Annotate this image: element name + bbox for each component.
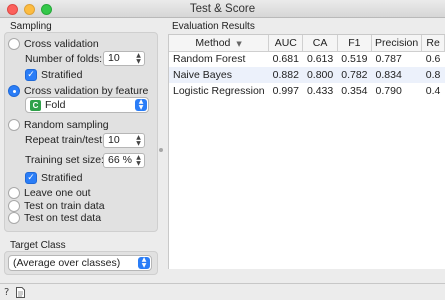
cross-validation-option[interactable]: Cross validation [8,37,99,51]
feature-combo[interactable]: C Fold ▲ ▼ [25,97,149,113]
status-bar: ? [0,283,445,300]
cell-method: Naive Bayes [169,67,269,83]
evaluation-results-title: Evaluation Results [172,21,255,32]
random-sampling-radio[interactable] [8,119,20,131]
train-size-row: Training set size: [25,153,104,167]
cell-auc: 0.882 [268,67,303,83]
repeat-value: 10 [108,134,120,146]
cell-ca: 0.800 [302,67,338,83]
test-on-test-radio[interactable] [8,212,20,224]
cell-ca: 0.613 [306,53,334,66]
column-header-ca[interactable]: CA [302,35,338,52]
table-header-row: Method ▼ AUC CA F1 Precision Re [169,35,445,52]
cv-by-feature-radio[interactable] [8,85,20,97]
stratified-option-2[interactable]: ✓ Stratified [25,171,82,185]
spin-arrows-icon[interactable]: ▲ ▼ [134,155,143,167]
cv-by-feature-label: Cross validation by feature [24,85,149,97]
results-table: Method ▼ AUC CA F1 Precision Re Random Fo… [169,35,445,99]
repeat-row: Repeat train/test: [25,133,105,147]
column-header-method[interactable]: Method ▼ [169,35,270,52]
table-row[interactable]: Logistic Regression 0.997 0.433 0.354 0.… [169,83,445,99]
spin-arrows-icon[interactable]: ▲ ▼ [134,135,143,147]
cross-validation-label: Cross validation [24,38,99,50]
cell-recall: 0.8 [421,67,445,83]
spin-arrows-icon[interactable]: ▲ ▼ [134,53,143,65]
test-on-test-label: Test on test data [24,212,102,224]
table-row[interactable]: Naive Bayes 0.882 0.800 0.782 0.834 0.8 [169,67,445,83]
cell-recall: 0.4 [425,85,441,97]
chevron-updown-icon[interactable]: ▲ ▼ [135,99,147,111]
cell-recall: 0.6 [425,53,441,66]
column-header-recall[interactable]: Re [421,35,445,52]
stratified-label-2: Stratified [41,172,83,184]
feature-value: Fold [45,99,66,111]
cell-auc: 0.681 [272,53,299,66]
title-bar: Test & Score [0,0,445,18]
column-header-f1[interactable]: F1 [337,35,373,52]
cell-f1: 0.354 [341,85,368,97]
cell-precision: 0.787 [375,53,402,66]
categorical-feature-icon: C [30,99,41,111]
window-title: Test & Score [189,3,256,15]
leave-one-out-option[interactable]: Leave one out [8,186,91,200]
cell-ca: 0.433 [306,85,334,97]
test-on-test-option[interactable]: Test on test data [8,211,101,225]
random-sampling-option[interactable]: Random sampling [8,118,109,132]
leave-one-out-radio[interactable] [8,187,20,199]
cell-auc: 0.997 [272,85,299,97]
train-size-value: 66 % [108,154,132,166]
results-table-container[interactable]: Method ▼ AUC CA F1 Precision Re Random Fo… [168,34,445,269]
repeat-label: Repeat train/test: [25,134,105,146]
folds-value: 10 [108,52,120,64]
target-class-value: (Average over classes) [13,257,121,269]
random-sampling-label: Random sampling [24,119,109,131]
leave-one-out-label: Leave one out [24,187,91,199]
sampling-title: Sampling [10,21,52,32]
stratified-checkbox-2[interactable]: ✓ [25,172,37,184]
help-icon[interactable]: ? [4,287,9,298]
train-size-label: Training set size: [25,154,104,166]
cell-precision: 0.834 [371,67,422,83]
train-size-spinbox[interactable]: 66 % ▲ ▼ [103,153,145,168]
cell-precision: 0.790 [375,85,402,97]
stratified-option-1[interactable]: ✓ Stratified [25,68,82,82]
cell-f1: 0.782 [337,67,372,83]
cross-validation-radio[interactable] [8,38,20,50]
table-row[interactable]: Random Forest 0.681 0.613 0.519 0.787 0.… [169,51,445,67]
folds-label: Number of folds: [25,53,103,65]
cell-f1: 0.519 [341,53,368,66]
target-class-combo[interactable]: (Average over classes) ▲ ▼ [8,255,152,271]
folds-row: Number of folds: [25,52,102,66]
report-icon[interactable] [16,287,25,300]
stratified-checkbox-1[interactable]: ✓ [25,69,37,81]
cell-method: Random Forest [173,53,246,66]
column-header-auc[interactable]: AUC [268,35,304,52]
splitter-handle[interactable] [159,148,163,152]
repeat-spinbox[interactable]: 10 ▲ ▼ [103,133,145,148]
target-class-title: Target Class [10,240,66,251]
cv-by-feature-option[interactable]: Cross validation by feature [8,84,148,98]
folds-spinbox[interactable]: 10 ▲ ▼ [103,51,145,66]
chevron-updown-icon[interactable]: ▲ ▼ [138,257,150,269]
stratified-label-1: Stratified [41,69,83,81]
cell-method: Logistic Regression [173,85,265,97]
column-header-precision[interactable]: Precision [371,35,423,52]
sort-down-icon: ▼ [236,39,242,48]
